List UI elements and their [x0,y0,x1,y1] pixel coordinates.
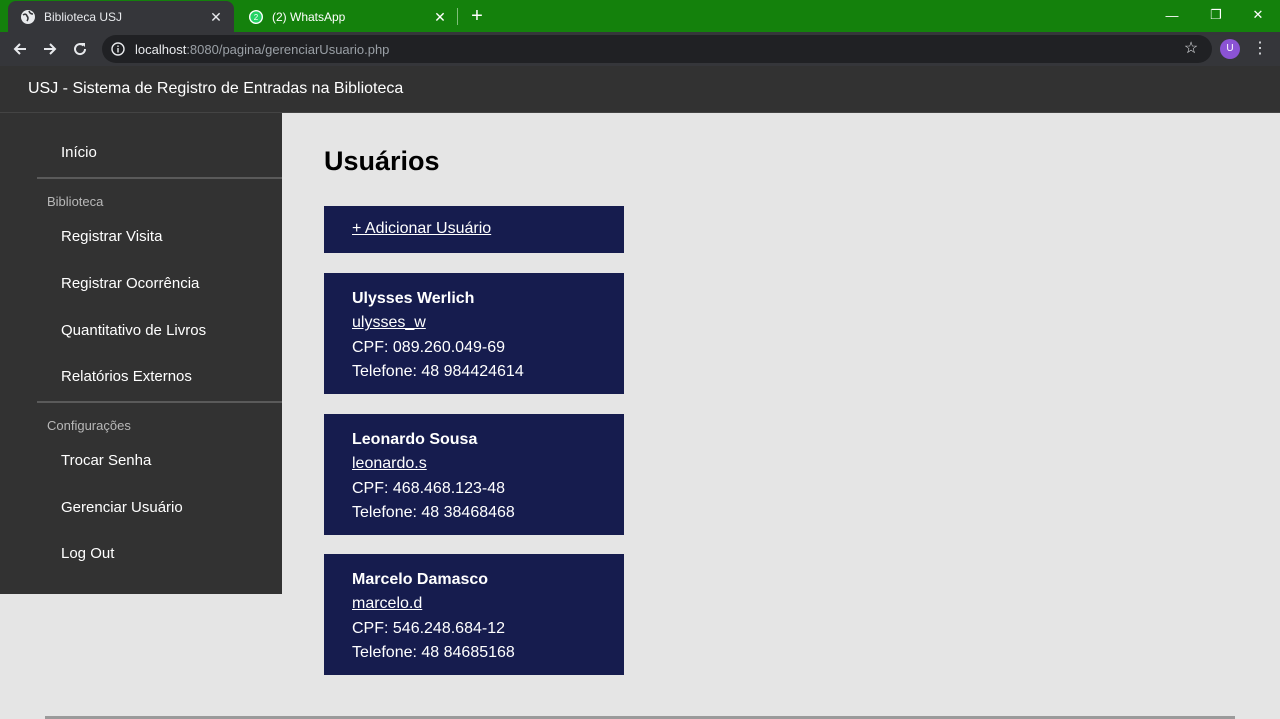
app-header: USJ - Sistema de Registro de Entradas na… [0,66,1280,113]
user-cpf: CPF: 089.260.049-69 [352,338,505,356]
sidebar-item-relatorios-externos[interactable]: Relatórios Externos [61,368,192,385]
sidebar-section-biblioteca: Biblioteca [47,194,104,209]
address-bar[interactable]: localhost:8080/pagina/gerenciarUsuario.p… [102,35,1212,63]
user-login-link[interactable]: leonardo.s [352,452,427,476]
user-name: Leonardo Sousa [352,431,478,448]
user-login-link[interactable]: ulysses_w [352,311,426,335]
add-user-button[interactable]: + Adicionar Usuário [352,220,491,238]
sidebar-section-configuracoes: Configurações [47,418,131,433]
user-phone: Telefone: 48 38468468 [352,503,515,521]
profile-avatar[interactable]: U [1220,39,1240,59]
sidebar-item-registrar-ocorrencia[interactable]: Registrar Ocorrência [61,275,199,292]
sidebar-item-trocar-senha[interactable]: Trocar Senha [61,452,151,469]
tab-title: Biblioteca USJ [44,9,123,24]
user-card: Marcelo Damasco marcelo.d CPF: 546.248.6… [324,554,624,675]
back-arrow-icon[interactable] [8,37,32,61]
browser-toolbar: localhost:8080/pagina/gerenciarUsuario.p… [0,32,1280,66]
sidebar: Início Biblioteca Registrar Visita Regis… [0,113,282,594]
sidebar-divider [37,177,282,179]
forward-arrow-icon[interactable] [38,37,62,61]
new-tab-button[interactable]: + [466,5,488,27]
tab-whatsapp[interactable]: 2 (2) WhatsApp ✕ [236,1,458,32]
browser-tabstrip: Biblioteca USJ ✕ 2 (2) WhatsApp ✕ + — ❐ … [0,0,1280,32]
user-login-link[interactable]: marcelo.d [352,592,422,616]
page-title: Usuários [324,146,440,176]
close-icon[interactable]: ✕ [432,9,448,25]
restore-icon[interactable]: ❐ [1194,0,1238,30]
user-card: Leonardo Sousa leonardo.s CPF: 468.468.1… [324,414,624,535]
tab-title: (2) WhatsApp [272,9,346,24]
sidebar-item-gerenciar-usuario[interactable]: Gerenciar Usuário [61,499,183,516]
whatsapp-icon: 2 [248,9,264,25]
user-phone: Telefone: 48 84685168 [352,643,515,661]
url-path: :8080/pagina/gerenciarUsuario.php [186,41,390,57]
reload-icon[interactable] [68,37,92,61]
url-host: localhost [135,41,187,57]
add-user-card: + Adicionar Usuário [324,206,624,253]
svg-text:2: 2 [254,13,259,22]
tab-separator [457,8,458,25]
sidebar-divider [37,401,282,403]
sidebar-item-inicio[interactable]: Início [61,144,97,161]
user-name: Ulysses Werlich [352,290,475,307]
user-cpf: CPF: 468.468.123-48 [352,479,505,497]
minimize-icon[interactable]: — [1150,0,1194,30]
close-icon[interactable]: ✕ [208,9,224,25]
tab-biblioteca[interactable]: Biblioteca USJ ✕ [8,1,234,32]
sidebar-item-registrar-visita[interactable]: Registrar Visita [61,228,162,245]
sidebar-item-log-out[interactable]: Log Out [61,545,114,562]
user-phone: Telefone: 48 984424614 [352,362,524,380]
info-icon[interactable] [110,41,126,57]
user-cpf: CPF: 546.248.684-12 [352,619,505,637]
bookmark-star-icon[interactable]: ☆ [1182,40,1200,58]
sidebar-item-quantitativo-livros[interactable]: Quantitativo de Livros [61,322,206,339]
user-name: Marcelo Damasco [352,571,489,588]
globe-icon [20,9,36,25]
app-title: USJ - Sistema de Registro de Entradas na… [28,80,404,97]
window-close-icon[interactable]: ✕ [1236,0,1280,30]
user-card: Ulysses Werlich ulysses_w CPF: 089.260.0… [324,273,624,394]
browser-menu-icon[interactable]: ⋮ [1250,37,1270,61]
